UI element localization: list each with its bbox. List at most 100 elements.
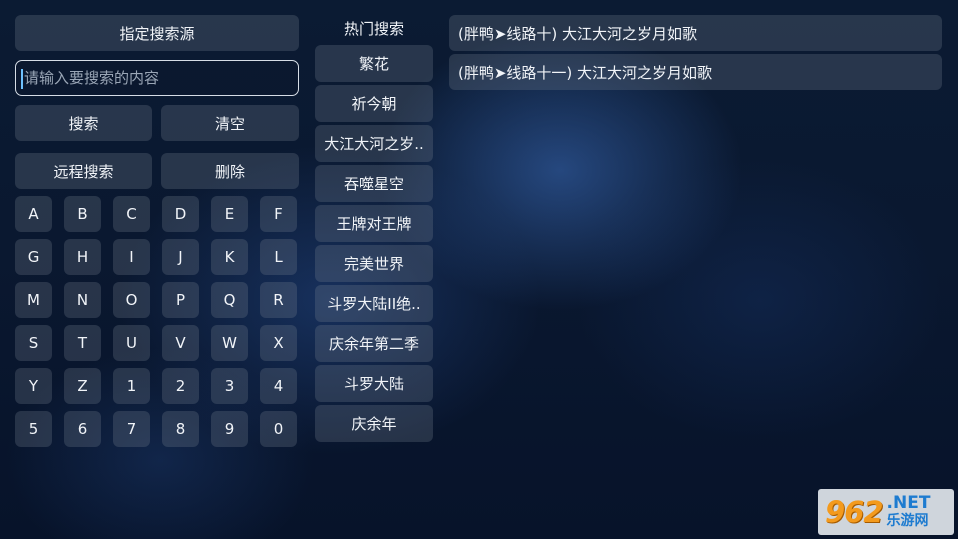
search-input-box[interactable] (15, 60, 299, 96)
key-1[interactable]: 1 (113, 368, 150, 404)
hot-search-item[interactable]: 庆余年 (315, 405, 433, 442)
hot-search-title: 热门搜索 (343, 19, 404, 38)
key-label: N (76, 291, 89, 309)
key-label: Q (223, 291, 236, 309)
key-label: B (77, 205, 88, 223)
key-n[interactable]: N (64, 282, 101, 318)
key-r[interactable]: R (260, 282, 297, 318)
key-label: 6 (77, 420, 88, 438)
key-label: 8 (175, 420, 186, 438)
logo-mark: 962 (825, 495, 884, 529)
logo-text-block: .NET 乐游网 (887, 494, 931, 530)
hot-search-item[interactable]: 大江大河之岁.. (315, 125, 433, 162)
key-7[interactable]: 7 (113, 411, 150, 447)
key-b[interactable]: B (64, 196, 101, 232)
search-result-label: (胖鸭➤线路十一) 大江大河之岁月如歌 (458, 63, 713, 82)
hot-search-item-label: 大江大河之岁.. (324, 135, 424, 153)
key-label: T (77, 334, 88, 352)
hot-search-item-label: 庆余年第二季 (328, 335, 419, 353)
key-label: S (28, 334, 39, 352)
key-k[interactable]: K (211, 239, 248, 275)
hot-search-item-label: 完美世界 (343, 255, 404, 273)
key-label: M (27, 291, 40, 309)
key-label: H (76, 248, 89, 266)
key-u[interactable]: U (113, 325, 150, 361)
hot-search-item-label: 斗罗大陆II绝.. (327, 295, 421, 313)
key-label: Z (77, 377, 88, 395)
delete-button[interactable]: 删除 (161, 153, 299, 189)
clear-button[interactable]: 清空 (161, 105, 299, 141)
key-g[interactable]: G (15, 239, 52, 275)
text-caret (21, 69, 23, 89)
key-x[interactable]: X (260, 325, 297, 361)
logo-net-text: .NET (886, 493, 931, 513)
search-button[interactable]: 搜索 (15, 105, 152, 141)
key-label: 2 (175, 377, 186, 395)
search-result-item[interactable]: (胖鸭➤线路十一) 大江大河之岁月如歌 (449, 54, 942, 90)
key-2[interactable]: 2 (162, 368, 199, 404)
key-a[interactable]: A (15, 196, 52, 232)
hot-search-item[interactable]: 祈今朝 (315, 85, 433, 122)
key-w[interactable]: W (211, 325, 248, 361)
search-input[interactable] (16, 61, 298, 95)
search-result-item[interactable]: (胖鸭➤线路十) 大江大河之岁月如歌 (449, 15, 942, 51)
key-d[interactable]: D (162, 196, 199, 232)
remote-search-button[interactable]: 远程搜索 (15, 153, 152, 189)
key-v[interactable]: V (162, 325, 199, 361)
key-label: V (175, 334, 186, 352)
hot-search-item[interactable]: 王牌对王牌 (315, 205, 433, 242)
hot-search-item[interactable]: 斗罗大陆 (315, 365, 433, 402)
key-o[interactable]: O (113, 282, 150, 318)
key-e[interactable]: E (211, 196, 248, 232)
key-label: 5 (28, 420, 39, 438)
key-q[interactable]: Q (211, 282, 248, 318)
hot-search-item-label: 王牌对王牌 (336, 215, 412, 233)
key-y[interactable]: Y (15, 368, 52, 404)
key-label: 3 (224, 377, 235, 395)
clear-button-label: 清空 (214, 114, 245, 133)
hot-search-item[interactable]: 繁花 (315, 45, 433, 82)
key-label: L (274, 248, 283, 266)
hot-search-item-label: 庆余年 (351, 415, 397, 433)
hot-search-item-label: 斗罗大陆 (343, 375, 404, 393)
remote-search-button-label: 远程搜索 (53, 162, 114, 181)
key-m[interactable]: M (15, 282, 52, 318)
hot-search-item[interactable]: 完美世界 (315, 245, 433, 282)
key-label: F (274, 205, 283, 223)
key-l[interactable]: L (260, 239, 297, 275)
key-s[interactable]: S (15, 325, 52, 361)
logo-cn-text: 乐游网 (886, 513, 929, 529)
key-6[interactable]: 6 (64, 411, 101, 447)
key-label: P (175, 291, 186, 309)
hot-search-item[interactable]: 吞噬星空 (315, 165, 433, 202)
key-c[interactable]: C (113, 196, 150, 232)
hot-search-item[interactable]: 斗罗大陆II绝.. (315, 285, 433, 322)
key-0[interactable]: 0 (260, 411, 297, 447)
key-h[interactable]: H (64, 239, 101, 275)
key-j[interactable]: J (162, 239, 199, 275)
watermark-logo: 962 .NET 乐游网 (818, 489, 954, 535)
search-button-label: 搜索 (68, 114, 99, 133)
key-p[interactable]: P (162, 282, 199, 318)
key-label: 4 (273, 377, 284, 395)
key-5[interactable]: 5 (15, 411, 52, 447)
key-label: K (224, 248, 235, 266)
key-8[interactable]: 8 (162, 411, 199, 447)
key-i[interactable]: I (113, 239, 150, 275)
key-label: 1 (126, 377, 137, 395)
key-label: C (126, 205, 137, 223)
specify-search-source-button[interactable]: 指定搜索源 (15, 15, 299, 51)
key-label: A (28, 205, 39, 223)
key-3[interactable]: 3 (211, 368, 248, 404)
key-label: G (27, 248, 40, 266)
key-9[interactable]: 9 (211, 411, 248, 447)
key-4[interactable]: 4 (260, 368, 297, 404)
search-result-label: (胖鸭➤线路十) 大江大河之岁月如歌 (458, 24, 698, 43)
hot-search-item[interactable]: 庆余年第二季 (315, 325, 433, 362)
key-f[interactable]: F (260, 196, 297, 232)
hot-search-item-label: 祈今朝 (351, 95, 397, 113)
key-z[interactable]: Z (64, 368, 101, 404)
key-label: E (224, 205, 235, 223)
key-label: U (126, 334, 137, 352)
key-t[interactable]: T (64, 325, 101, 361)
